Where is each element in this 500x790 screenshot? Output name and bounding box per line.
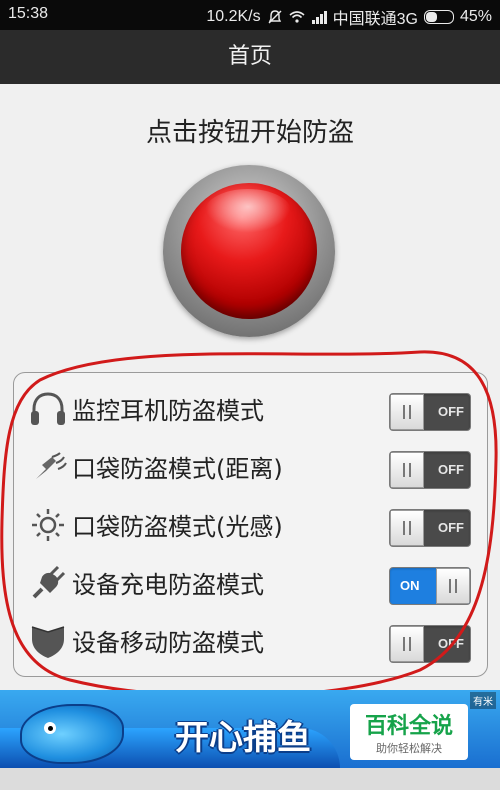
option-row-proximity: 口袋防盗模式(距离) OFF — [14, 437, 487, 495]
battery-percent: 45% — [459, 8, 492, 25]
shield-icon — [28, 623, 68, 659]
light-sensor-icon — [28, 507, 68, 543]
toggle-knob — [436, 568, 470, 604]
light-sensor-toggle[interactable]: OFF — [389, 509, 471, 547]
watermark-logo: 百科全说 助你轻松解决 — [350, 704, 468, 760]
signal-icon — [311, 9, 327, 25]
option-row-charging: 设备充电防盗模式 ON — [14, 553, 487, 611]
fish-icon — [20, 704, 124, 764]
plug-icon — [28, 565, 68, 601]
wifi-icon — [289, 9, 305, 25]
status-time: 15:38 — [8, 5, 49, 22]
toggle-knob — [390, 452, 424, 488]
carrier-name: 中国联通3G — [332, 11, 418, 28]
start-antitheft-button[interactable] — [163, 165, 335, 337]
status-right: 10.2K/s 中国联通3G 45% — [206, 5, 492, 29]
network-speed: 10.2K/s — [206, 8, 261, 25]
headphones-toggle[interactable]: OFF — [389, 393, 471, 431]
banner-title: 开心捕鱼 — [175, 718, 311, 758]
option-row-light: 口袋防盗模式(光感) OFF — [14, 495, 487, 553]
charging-toggle[interactable]: ON — [389, 567, 471, 605]
watermark-title: 百科全说 — [364, 714, 453, 739]
screen: 15:38 10.2K/s 中国联通3G 45% 首页 点击按钮开始防盗 监控耳… — [0, 0, 500, 790]
toggle-state: OFF — [438, 636, 464, 651]
option-row-headphones: 监控耳机防盗模式 OFF — [14, 379, 487, 437]
watermark-subtitle: 助你轻松解决 — [376, 742, 442, 755]
movement-toggle[interactable]: OFF — [389, 625, 471, 663]
status-bar: 15:38 10.2K/s 中国联通3G 45% — [0, 0, 500, 30]
option-label: 设备充电防盗模式 — [72, 571, 264, 599]
option-label: 设备移动防盗模式 — [72, 629, 264, 657]
bell-muted-icon — [267, 9, 283, 25]
option-row-movement: 设备移动防盗模式 OFF — [14, 611, 487, 669]
ad-mark: 有米 — [470, 692, 496, 709]
toggle-knob — [390, 510, 424, 546]
option-label: 监控耳机防盗模式 — [72, 397, 264, 425]
title-bar: 首页 — [0, 30, 500, 84]
proximity-toggle[interactable]: OFF — [389, 451, 471, 489]
options-panel: 监控耳机防盗模式 OFF 口袋防盗模式(距离) OFF 口袋防盗模式(光感) O… — [13, 372, 488, 677]
toggle-state: OFF — [438, 520, 464, 535]
toggle-state: OFF — [438, 404, 464, 419]
battery-level — [425, 12, 437, 22]
toggle-knob — [390, 626, 424, 662]
toggle-state: OFF — [438, 462, 464, 477]
option-label: 口袋防盗模式(光感) — [72, 513, 283, 541]
headphones-icon — [28, 391, 68, 427]
option-label: 口袋防盗模式(距离) — [72, 455, 283, 483]
toggle-knob — [390, 394, 424, 430]
button-highlight — [205, 189, 291, 233]
instruction-text: 点击按钮开始防盗 — [145, 118, 354, 148]
battery-icon — [423, 10, 454, 24]
bottom-strip — [0, 768, 500, 790]
page-title: 首页 — [227, 44, 272, 69]
toggle-state: ON — [400, 578, 420, 593]
proximity-icon — [28, 449, 68, 485]
